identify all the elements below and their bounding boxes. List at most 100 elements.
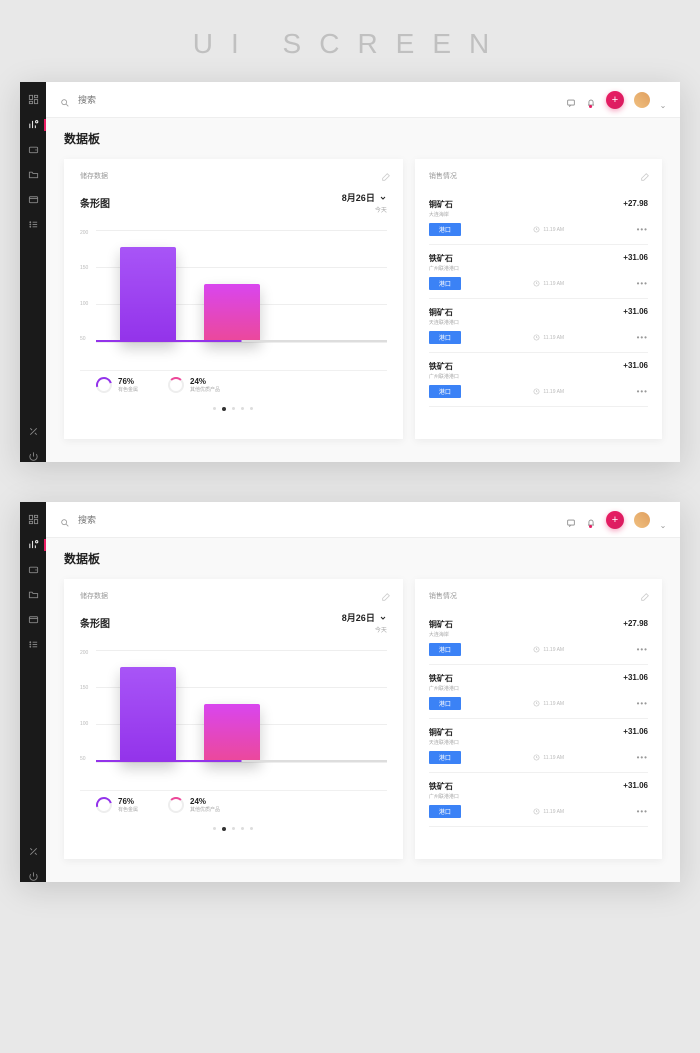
pager-dot[interactable]	[250, 407, 253, 410]
chevron-down-icon[interactable]	[660, 517, 666, 523]
more-icon[interactable]: •••	[637, 333, 648, 342]
store-card: 储存数据 条形图 8月26日 今天 20015010050 76%有色金属 24…	[64, 579, 403, 859]
sale-item: 铁矿石 广州联港港口 +31.06 港口 11.19 AM •••	[429, 665, 648, 719]
dashboard-icon[interactable]	[28, 94, 39, 105]
sale-value: +31.06	[623, 253, 648, 262]
baseline	[96, 340, 387, 342]
power-icon[interactable]	[28, 871, 39, 882]
add-button[interactable]: +	[606, 91, 624, 109]
more-icon[interactable]: •••	[637, 753, 648, 762]
topbar: +	[46, 502, 680, 538]
list-icon[interactable]	[28, 639, 39, 650]
sale-value: +31.06	[623, 307, 648, 316]
bar-chart: 20015010050	[80, 230, 387, 360]
pager-dot[interactable]	[232, 407, 235, 410]
card-label: 储存数据	[80, 591, 387, 601]
avatar[interactable]	[634, 512, 650, 528]
stat-1: 76%有色金属	[96, 377, 138, 393]
chat-icon[interactable]	[566, 515, 576, 525]
card-label: 销售情况	[429, 591, 648, 601]
y-tick: 50	[80, 336, 88, 342]
bell-icon[interactable]	[586, 95, 596, 105]
date-picker[interactable]: 8月26日	[342, 611, 387, 624]
pager-dot[interactable]	[241, 407, 244, 410]
chat-icon[interactable]	[566, 95, 576, 105]
search-input[interactable]	[78, 95, 566, 105]
port-button[interactable]: 港口	[429, 385, 461, 398]
folder-icon[interactable]	[28, 589, 39, 600]
search-input[interactable]	[78, 515, 566, 525]
wallet-icon[interactable]	[28, 564, 39, 575]
pager-dot[interactable]	[222, 407, 226, 411]
content: 数据板 储存数据 条形图 8月26日 今天 20015010050 76%有色金…	[46, 118, 680, 462]
settings-icon[interactable]	[28, 426, 39, 437]
sale-time: 11.19 AM	[533, 280, 564, 287]
port-button[interactable]: 港口	[429, 643, 461, 656]
card-icon[interactable]	[28, 194, 39, 205]
port-button[interactable]: 港口	[429, 751, 461, 764]
port-button[interactable]: 港口	[429, 331, 461, 344]
edit-icon[interactable]	[640, 589, 650, 599]
list-icon[interactable]	[28, 219, 39, 230]
stat-1: 76%有色金属	[96, 797, 138, 813]
card-icon[interactable]	[28, 614, 39, 625]
chart-title: 条形图	[80, 195, 110, 210]
search-icon[interactable]	[60, 95, 70, 105]
sale-sub: 大连海岸	[429, 631, 453, 638]
sale-sub: 大连海岸	[429, 211, 453, 218]
ring-icon	[93, 374, 115, 396]
search-icon[interactable]	[60, 515, 70, 525]
sale-sub: 天连联港港口	[429, 319, 459, 326]
port-button[interactable]: 港口	[429, 697, 461, 710]
y-tick: 200	[80, 650, 88, 656]
avatar[interactable]	[634, 92, 650, 108]
date-picker[interactable]: 8月26日	[342, 191, 387, 204]
edit-icon[interactable]	[381, 589, 391, 599]
sale-name: 铁矿石	[429, 253, 459, 264]
more-icon[interactable]: •••	[637, 699, 648, 708]
stat-2: 24%其他优质产品	[168, 377, 220, 393]
edit-icon[interactable]	[381, 169, 391, 179]
sale-name: 铁矿石	[429, 361, 459, 372]
ring-icon	[168, 377, 184, 393]
more-icon[interactable]: •••	[637, 225, 648, 234]
edit-icon[interactable]	[640, 169, 650, 179]
port-button[interactable]: 港口	[429, 223, 461, 236]
port-button[interactable]: 港口	[429, 805, 461, 818]
pager-dot[interactable]	[232, 827, 235, 830]
more-icon[interactable]: •••	[637, 387, 648, 396]
bell-icon[interactable]	[586, 515, 596, 525]
more-icon[interactable]: •••	[637, 279, 648, 288]
pager-dots	[80, 407, 387, 411]
analytics-icon[interactable]	[28, 119, 39, 130]
port-button[interactable]: 港口	[429, 277, 461, 290]
chevron-down-icon[interactable]	[660, 97, 666, 103]
more-icon[interactable]: •••	[637, 645, 648, 654]
date-sub: 今天	[342, 205, 387, 214]
power-icon[interactable]	[28, 451, 39, 462]
card-label: 储存数据	[80, 171, 387, 181]
stat-2: 24%其他优质产品	[168, 797, 220, 813]
wallet-icon[interactable]	[28, 144, 39, 155]
analytics-icon[interactable]	[28, 539, 39, 550]
baseline	[96, 760, 387, 762]
pager-dot[interactable]	[213, 827, 216, 830]
ring-icon	[93, 794, 115, 816]
pager-dot[interactable]	[250, 827, 253, 830]
sale-sub: 广州联港港口	[429, 373, 459, 380]
topbar: +	[46, 82, 680, 118]
folder-icon[interactable]	[28, 169, 39, 180]
dashboard-icon[interactable]	[28, 514, 39, 525]
pager-dot[interactable]	[213, 407, 216, 410]
pager-dots	[80, 827, 387, 831]
bar-1	[120, 247, 176, 342]
pager-dot[interactable]	[222, 827, 226, 831]
more-icon[interactable]: •••	[637, 807, 648, 816]
pager-dot[interactable]	[241, 827, 244, 830]
sales-card: 销售情况 铜矿石 大连海岸 +27.98 港口 11.19 AM ••• 铁矿石…	[415, 159, 662, 439]
sale-sub: 广州联港港口	[429, 685, 459, 692]
sale-name: 铜矿石	[429, 307, 459, 318]
add-button[interactable]: +	[606, 511, 624, 529]
sale-sub: 广州联港港口	[429, 265, 459, 272]
settings-icon[interactable]	[28, 846, 39, 857]
